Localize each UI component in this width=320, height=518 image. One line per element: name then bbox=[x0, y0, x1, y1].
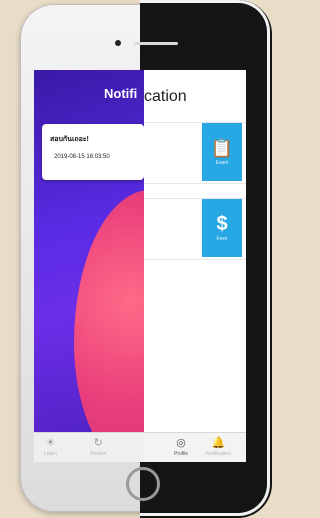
exam-card[interactable]: 📋 Exam bbox=[144, 122, 246, 184]
tab-label: Profile bbox=[174, 451, 189, 457]
tab-bar-left: ☀ Learn ↻ Review bbox=[34, 432, 144, 462]
dollar-icon: $ bbox=[216, 212, 228, 235]
tab-profile[interactable]: ◎ Profile bbox=[174, 437, 188, 457]
sun-icon: ☀ bbox=[45, 437, 56, 449]
pink-blob-background bbox=[74, 190, 144, 462]
front-camera bbox=[115, 40, 121, 46]
refresh-icon: ↻ bbox=[93, 437, 103, 449]
notification-card[interactable]: สอบกันเถอะ! 2019-08-15 16:03:50 bbox=[42, 124, 144, 180]
earpiece-speaker bbox=[134, 42, 178, 45]
home-button[interactable] bbox=[126, 467, 160, 501]
user-circle-icon: ◎ bbox=[176, 437, 186, 449]
notification-timestamp: 2019-08-15 16:03:50 bbox=[54, 154, 110, 160]
phone-comparison: Notifi สอบกันเถอะ! 2019-08-15 16:03:50 ☀… bbox=[0, 0, 272, 518]
tile-label: Fees bbox=[216, 235, 228, 242]
clipboard-icon: 📋 bbox=[210, 137, 234, 158]
left-screen: Notifi สอบกันเถอะ! 2019-08-15 16:03:50 ☀… bbox=[34, 70, 144, 462]
tab-notification[interactable]: 🔔 Notification bbox=[206, 437, 231, 457]
fees-card[interactable]: $ Fees bbox=[144, 198, 246, 260]
tab-label: Review bbox=[90, 451, 107, 457]
tab-review[interactable]: ↻ Review bbox=[90, 437, 106, 457]
phone-screen: Notifi สอบกันเถอะ! 2019-08-15 16:03:50 ☀… bbox=[34, 70, 246, 462]
page-title-right: cation bbox=[144, 88, 187, 105]
tab-label: Learn bbox=[44, 451, 57, 457]
bell-icon: 🔔 bbox=[211, 437, 226, 449]
tile-label: Exam bbox=[215, 159, 229, 166]
tab-label: Notification bbox=[206, 451, 231, 457]
fees-tile[interactable]: $ Fees bbox=[202, 199, 242, 257]
tab-bar-right: ◎ Profile 🔔 Notification bbox=[144, 432, 246, 462]
notification-title: สอบกันเถอะ! bbox=[50, 136, 89, 143]
exam-tile[interactable]: 📋 Exam bbox=[202, 123, 242, 181]
tab-learn[interactable]: ☀ Learn bbox=[44, 437, 57, 457]
page-title-left: Notifi bbox=[104, 86, 138, 101]
right-screen: cation 📋 Exam $ Fees ◎ Profile 🔔 Notific… bbox=[144, 70, 246, 462]
